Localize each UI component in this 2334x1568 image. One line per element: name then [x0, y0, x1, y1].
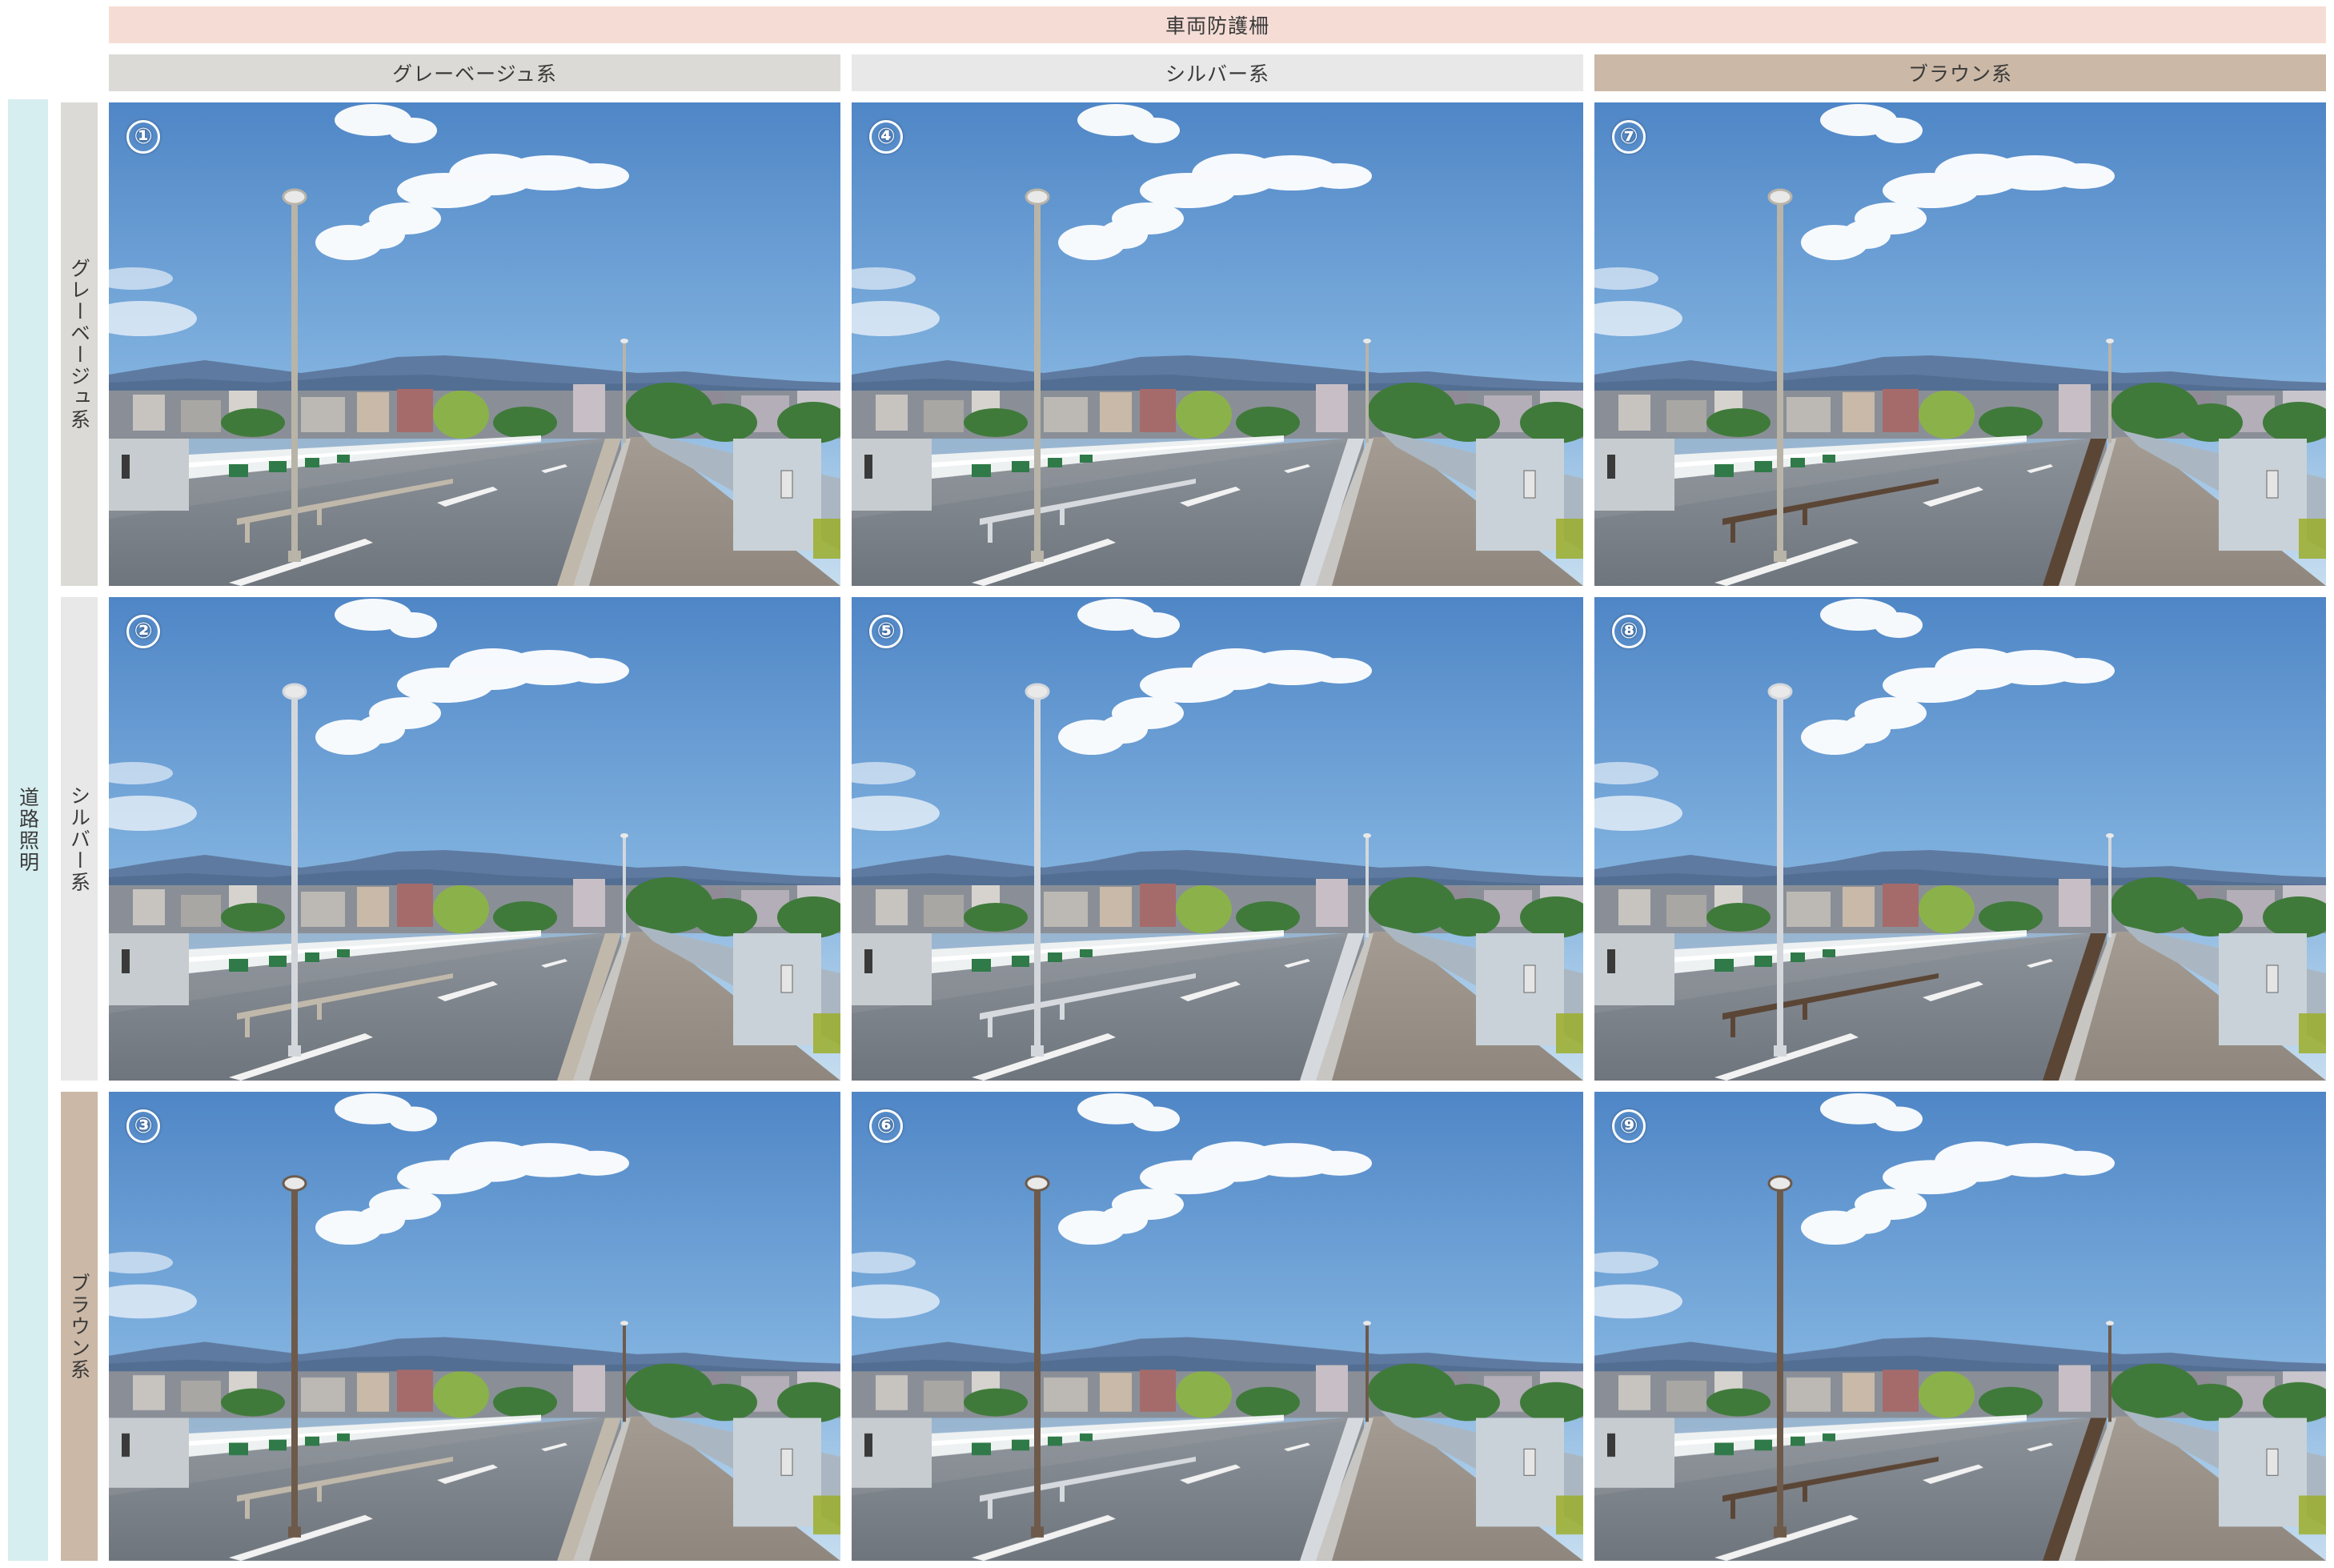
column-header-label: グレーベージュ系: [392, 62, 557, 86]
column-header-label: ブラウン系: [1907, 62, 2012, 86]
row-header-silver: シルバー系: [61, 597, 98, 1081]
lighting-title: 道路照明: [16, 787, 40, 873]
bridge-photo: [1594, 597, 2326, 1081]
row-header-brown: ブラウン系: [61, 1092, 98, 1561]
photo-number-badge: ④: [869, 120, 903, 154]
lighting-title-banner: 道路照明: [8, 99, 48, 1561]
photo-number-badge: ⑨: [1612, 1109, 1646, 1143]
row-header-greige: グレーベージュ系: [61, 102, 98, 586]
bridge-photo: [852, 597, 1583, 1081]
column-header-greige: グレーベージュ系: [109, 54, 840, 91]
column-header-silver: シルバー系: [852, 54, 1583, 91]
column-header-label: シルバー系: [1165, 62, 1269, 86]
photo-cell-9: ⑨: [1594, 1092, 2326, 1561]
photo-number-badge: ③: [126, 1109, 160, 1143]
row-header-label: グレーベージュ系: [67, 258, 91, 431]
bridge-photo: [109, 102, 840, 586]
photo-cell-6: ⑥: [852, 1092, 1583, 1561]
bridge-photo: [1594, 1092, 2326, 1561]
guardrail-title-banner: 車両防護柵: [109, 6, 2326, 43]
photo-cell-8: ⑧: [1594, 597, 2326, 1081]
photo-number-badge: ⑤: [869, 615, 903, 648]
photo-cell-5: ⑤: [852, 597, 1583, 1081]
photo-cell-7: ⑦: [1594, 102, 2326, 586]
guardrail-title: 車両防護柵: [1165, 14, 1269, 38]
bridge-photo: [109, 597, 840, 1081]
photo-cell-2: ②: [109, 597, 840, 1081]
row-header-label: ブラウン系: [67, 1272, 91, 1381]
column-header-brown: ブラウン系: [1594, 54, 2326, 91]
photo-number-badge: ②: [126, 615, 160, 648]
photo-cell-1: ①: [109, 102, 840, 586]
bridge-photo: [1594, 102, 2326, 586]
row-header-label: シルバー系: [67, 784, 91, 893]
bridge-photo: [852, 1092, 1583, 1561]
photo-cell-3: ③: [109, 1092, 840, 1561]
photo-cell-4: ④: [852, 102, 1583, 586]
bridge-photo: [852, 102, 1583, 586]
photo-number-badge: ⑦: [1612, 120, 1646, 154]
photo-number-badge: ⑥: [869, 1109, 903, 1143]
bridge-photo: [109, 1092, 840, 1561]
photo-number-badge: ⑧: [1612, 615, 1646, 648]
photo-number-badge: ①: [126, 120, 160, 154]
